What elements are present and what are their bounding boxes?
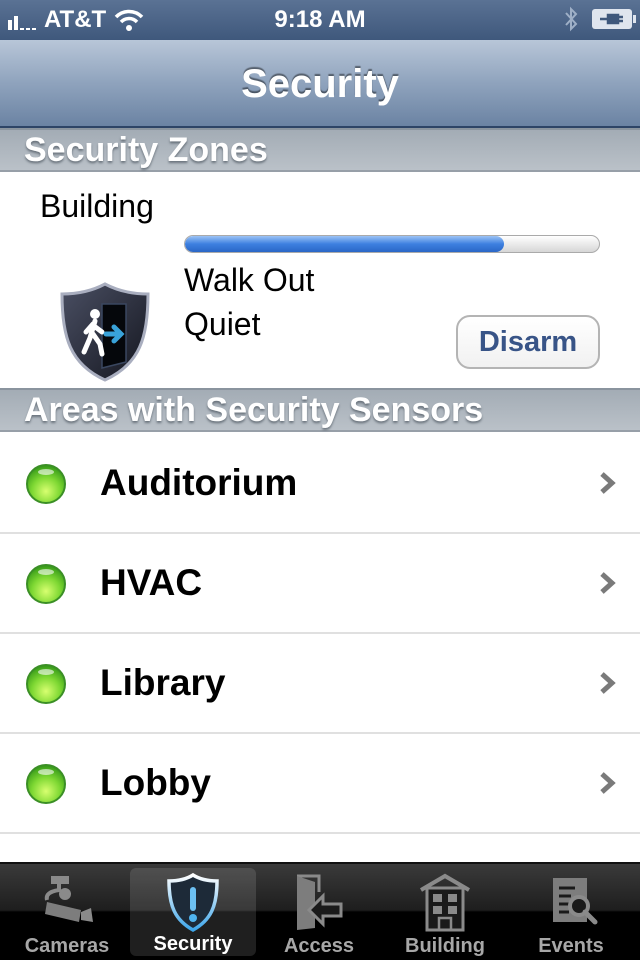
bluetooth-icon bbox=[565, 6, 578, 32]
area-list: Auditorium HVAC Library Lobby bbox=[0, 434, 640, 864]
status-bar: AT&T 9:18 AM bbox=[0, 0, 640, 40]
chevron-right-icon bbox=[600, 772, 616, 794]
area-name: HVAC bbox=[100, 562, 203, 603]
zone-state: Quiet bbox=[184, 306, 261, 342]
area-name: Library bbox=[100, 662, 226, 703]
zone-progress-bar bbox=[184, 235, 600, 253]
building-icon bbox=[419, 873, 471, 932]
shield-walk-out-icon bbox=[60, 282, 150, 382]
zone-name: Building bbox=[40, 188, 154, 224]
tab-cameras[interactable]: Cameras bbox=[4, 864, 130, 960]
navigation-bar: Security bbox=[0, 40, 640, 128]
door-enter-icon bbox=[297, 874, 343, 930]
status-led-icon bbox=[26, 564, 66, 604]
tab-label: Security bbox=[153, 933, 233, 955]
status-right bbox=[564, 6, 636, 32]
list-filler bbox=[0, 834, 640, 864]
area-name: Auditorium bbox=[100, 462, 298, 503]
status-led-icon bbox=[26, 764, 66, 804]
tab-bar: Cameras Security Access Building Events bbox=[0, 862, 640, 960]
tab-label: Access bbox=[283, 935, 355, 957]
zone-card[interactable]: Building Walk Out Quiet Disarm bbox=[0, 172, 640, 388]
status-led-icon bbox=[26, 664, 66, 704]
section-header-areas: Areas with Security Sensors bbox=[0, 388, 640, 432]
area-row-hvac[interactable]: HVAC bbox=[0, 534, 640, 634]
tab-label: Cameras bbox=[24, 935, 110, 957]
tab-events[interactable]: Events bbox=[508, 864, 634, 960]
area-row-lobby[interactable]: Lobby bbox=[0, 734, 640, 834]
tab-building[interactable]: Building bbox=[382, 864, 508, 960]
tab-label: Events bbox=[538, 935, 604, 957]
shield-alert-icon bbox=[167, 872, 219, 932]
status-time: 9:18 AM bbox=[274, 6, 366, 33]
battery-charging-icon bbox=[592, 9, 636, 29]
page-title: Security bbox=[241, 62, 399, 106]
status-led-icon bbox=[26, 464, 66, 504]
zone-mode: Walk Out bbox=[184, 262, 315, 298]
section-header-security-zones: Security Zones bbox=[0, 128, 640, 172]
event-log-icon bbox=[553, 878, 598, 925]
tab-label: Building bbox=[405, 935, 485, 957]
area-name: Lobby bbox=[100, 762, 211, 803]
tab-security[interactable]: Security bbox=[130, 868, 256, 956]
tab-access[interactable]: Access bbox=[256, 864, 382, 960]
zone-progress-fill bbox=[185, 236, 504, 252]
chevron-right-icon bbox=[600, 472, 616, 494]
area-row-library[interactable]: Library bbox=[0, 634, 640, 734]
camera-icon bbox=[44, 876, 93, 922]
chevron-right-icon bbox=[600, 672, 616, 694]
chevron-right-icon bbox=[600, 572, 616, 594]
area-row-auditorium[interactable]: Auditorium bbox=[0, 434, 640, 534]
disarm-button[interactable]: Disarm bbox=[456, 315, 600, 369]
